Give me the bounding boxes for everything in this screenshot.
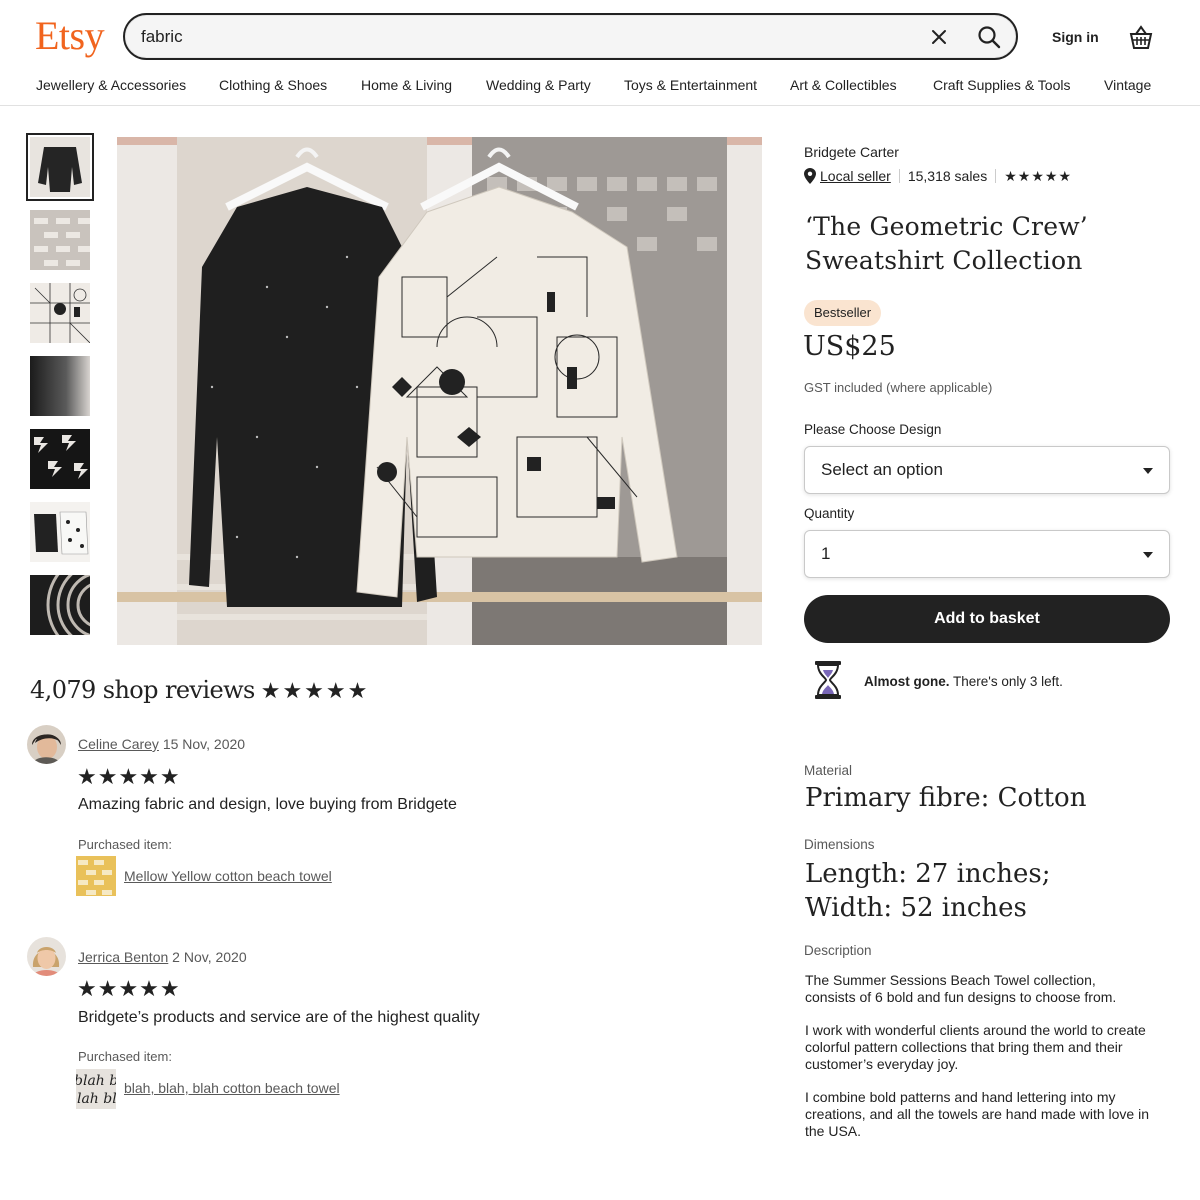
thumbnail-lettering: blah blah <box>76 1073 116 1089</box>
thumbnail-7[interactable] <box>30 575 90 635</box>
dimensions-value: Length: 27 inches; Width: 52 inches <box>805 857 1050 925</box>
reviewer-name[interactable]: Celine Carey <box>78 736 159 752</box>
description-label: Description <box>804 943 872 958</box>
sales-count: 15,318 sales <box>907 168 988 184</box>
shop-rating-stars[interactable]: ★★★★★ <box>1004 168 1072 185</box>
hourglass-icon <box>815 661 841 699</box>
review-text: Bridgete’s products and service are of t… <box>78 1009 480 1026</box>
description-paragraph-2: I work with wonderful clients around the… <box>805 1022 1146 1072</box>
design-label: Please Choose Design <box>804 422 942 437</box>
reviews-heading: 4,079 shop reviews ★★★★★ <box>30 676 369 704</box>
seller-info: Local seller 15,318 sales ★★★★★ <box>804 167 1072 185</box>
local-seller-link[interactable]: Local seller <box>820 168 891 184</box>
dimensions-label: Dimensions <box>804 837 875 852</box>
category-clothing[interactable]: Clothing & Shoes <box>219 77 327 93</box>
category-wedding[interactable]: Wedding & Party <box>486 77 591 93</box>
divider <box>898 169 900 183</box>
caret-down-icon <box>1143 468 1153 474</box>
reviews-stars: ★★★★★ <box>260 679 370 704</box>
thumbnail-2[interactable] <box>30 210 90 270</box>
sign-in-link[interactable]: Sign in <box>1052 29 1099 45</box>
site-header: Etsy Sign in Jewellery & Accessories Clo… <box>0 0 1200 106</box>
dimensions-line-2: Width: 52 inches <box>805 893 1027 923</box>
thumbnail-5[interactable] <box>30 429 90 489</box>
product-main-image[interactable] <box>117 137 762 645</box>
quantity-select[interactable]: 1 <box>804 530 1170 578</box>
quantity-select-value: 1 <box>821 544 831 563</box>
stock-notice-text: There's only 3 left. <box>949 674 1063 689</box>
stock-notice-bold: Almost gone. <box>864 674 950 689</box>
category-toys[interactable]: Toys & Entertainment <box>624 77 757 93</box>
purchased-item-link[interactable]: Mellow Yellow cotton beach towel <box>124 868 332 884</box>
material-value: Primary fibre: Cotton <box>805 783 1087 813</box>
quantity-label: Quantity <box>804 506 855 521</box>
location-pin-icon <box>804 168 816 184</box>
review-stars: ★★★★★ <box>77 976 181 1001</box>
listing-title: ‘The Geometric Crew’ Sweatshirt Collecti… <box>805 210 1175 278</box>
design-select-value: Select an option <box>821 460 943 479</box>
stock-notice: Almost gone. There's only 3 left. <box>864 674 1063 689</box>
search-input[interactable] <box>141 15 901 58</box>
category-jewellery[interactable]: Jewellery & Accessories <box>36 77 186 93</box>
reviews-count: 4,079 shop reviews <box>30 676 255 704</box>
shop-name[interactable]: Bridgete Carter <box>804 144 899 160</box>
divider <box>995 169 997 183</box>
category-art[interactable]: Art & Collectibles <box>790 77 897 93</box>
title-line-2: Sweatshirt Collection <box>805 246 1083 275</box>
thumbnail-1[interactable] <box>26 133 94 201</box>
description-paragraph-1: The Summer Sessions Beach Towel collecti… <box>805 972 1117 1005</box>
etsy-logo[interactable]: Etsy <box>35 12 105 59</box>
reviewer-info: Celine Carey 15 Nov, 2020 <box>78 736 245 752</box>
reviewer-info: Jerrica Benton 2 Nov, 2020 <box>78 949 247 965</box>
purchased-item-label: Purchased item: <box>78 837 172 852</box>
search-bar <box>123 13 1018 60</box>
price: US$25 <box>803 331 896 362</box>
purchased-item-link[interactable]: blah, blah, blah cotton beach towel <box>124 1080 340 1096</box>
tax-note: GST included (where applicable) <box>804 380 993 395</box>
title-line-1: ‘The Geometric Crew’ <box>805 212 1088 241</box>
search-icon[interactable] <box>971 19 1007 55</box>
bestseller-badge: Bestseller <box>804 300 882 326</box>
dimensions-line-1: Length: 27 inches; <box>805 859 1051 889</box>
add-to-basket-button[interactable]: Add to basket <box>804 595 1170 643</box>
review-text: Amazing fabric and design, love buying f… <box>78 796 457 813</box>
review-stars: ★★★★★ <box>77 764 181 789</box>
purchased-item-thumbnail[interactable]: blah blah blah blah <box>76 1069 116 1109</box>
category-craft[interactable]: Craft Supplies & Tools <box>933 77 1070 93</box>
caret-down-icon <box>1143 552 1153 558</box>
purchased-item-thumbnail[interactable] <box>76 856 116 896</box>
thumbnail-6[interactable] <box>30 502 90 562</box>
description-paragraph-3: I combine bold patterns and hand letteri… <box>805 1089 1149 1139</box>
purchased-item-label: Purchased item: <box>78 1049 172 1064</box>
category-nav: Jewellery & Accessories Clothing & Shoes… <box>0 77 1200 99</box>
reviewer-name[interactable]: Jerrica Benton <box>78 949 168 965</box>
basket-icon[interactable] <box>1126 22 1156 52</box>
avatar[interactable] <box>27 725 66 764</box>
clear-search-icon[interactable] <box>923 21 955 53</box>
review-date: 15 Nov, 2020 <box>158 736 246 752</box>
avatar[interactable] <box>27 937 66 976</box>
thumbnail-lettering: blah blah <box>76 1091 116 1107</box>
review-date: 2 Nov, 2020 <box>168 949 247 965</box>
material-label: Material <box>804 763 853 778</box>
thumbnail-4[interactable] <box>30 356 90 416</box>
design-select[interactable]: Select an option <box>804 446 1170 494</box>
category-vintage[interactable]: Vintage <box>1104 77 1151 93</box>
thumbnail-3[interactable] <box>30 283 90 343</box>
category-home[interactable]: Home & Living <box>361 77 452 93</box>
